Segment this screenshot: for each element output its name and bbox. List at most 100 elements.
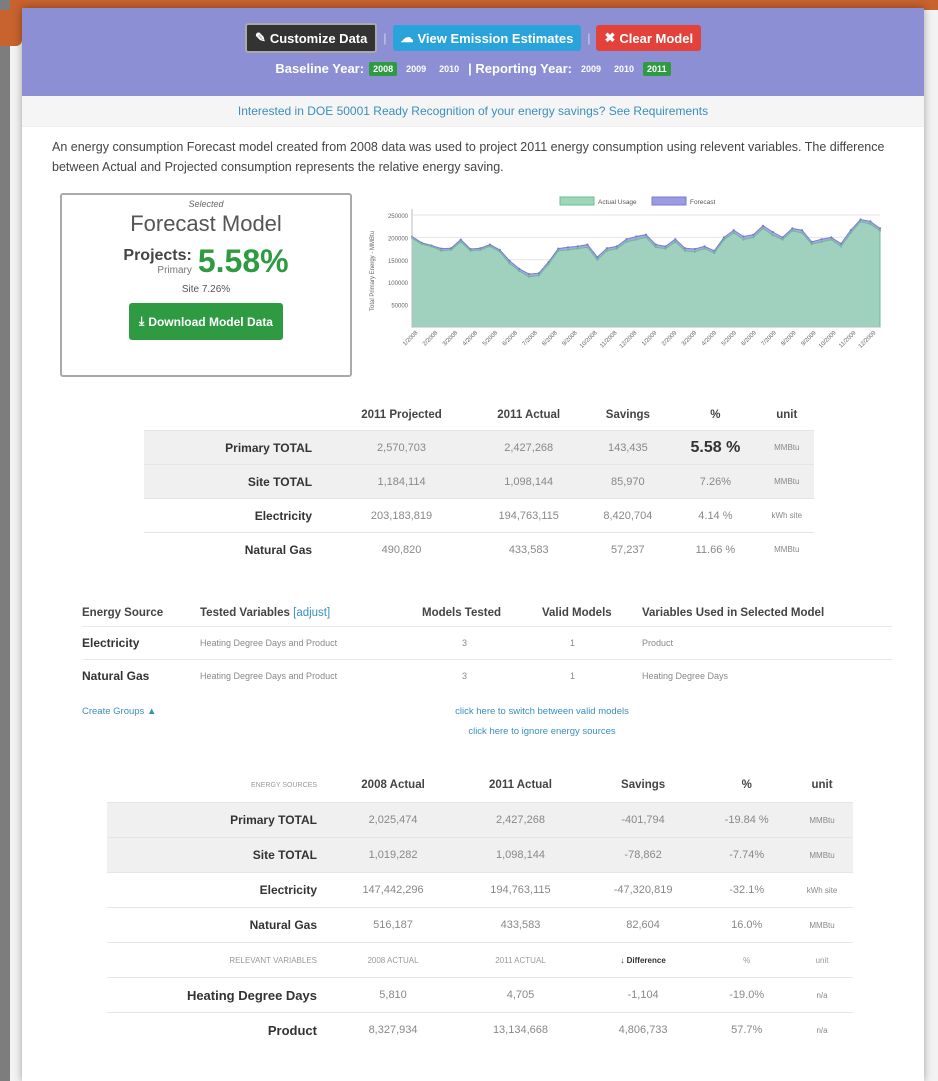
cell: Heating Degree Days	[642, 659, 892, 692]
row-label: Natural Gas	[144, 532, 331, 566]
data-point	[557, 249, 560, 252]
data-point	[430, 245, 433, 248]
data-point	[742, 235, 745, 238]
data-point	[703, 245, 706, 248]
data-point	[449, 248, 453, 251]
data-point	[420, 243, 423, 246]
cell: 13,134,668	[457, 1012, 584, 1047]
data-point	[440, 247, 443, 250]
y-tick-label: 250000	[388, 214, 409, 220]
create-groups-link[interactable]: Create Groups ▲	[82, 706, 156, 717]
data-point	[664, 247, 667, 250]
legend-label-forecast: Forecast	[690, 199, 715, 206]
row-label: Product	[107, 1012, 329, 1047]
cell: -1,104	[583, 977, 703, 1013]
reporting-year-2011[interactable]: 2011	[643, 61, 671, 76]
table-row: Natural Gas Heating Degree Days and Prod…	[82, 659, 892, 692]
data-point	[859, 220, 862, 223]
column-header: 2008 ACTUAL	[329, 942, 458, 978]
cell: -19.84 %	[702, 802, 792, 838]
energy-usage-chart: 250000 200000 150000 100000 50000 Total Prima…	[370, 196, 882, 350]
legend-swatch-forecast	[651, 196, 687, 206]
cell: -7.74%	[702, 837, 792, 873]
x-tick-label: 8/2008	[542, 330, 560, 348]
x-tick-label: 11/2008	[599, 330, 619, 350]
cell: Product	[642, 626, 892, 660]
legend-label-actual: Actual Usage	[598, 199, 637, 206]
download-model-data-button[interactable]: ⤓ Download Model Data	[129, 303, 283, 340]
data-point	[693, 250, 696, 253]
row-label: Electricity	[107, 872, 329, 908]
energy-source: Natural Gas	[82, 659, 200, 692]
cell: 57,237	[584, 532, 672, 566]
table-row: Natural Gas 490,820 433,583 57,237 11.66…	[144, 532, 814, 566]
ignore-sources-link[interactable]: click here to ignore energy sources	[392, 726, 692, 737]
baseline-year-2009[interactable]: 2009	[402, 61, 431, 76]
data-point	[878, 229, 882, 232]
data-point	[781, 238, 784, 241]
column-header: Valid Models	[542, 607, 612, 619]
x-tick-label: 6/2008	[502, 330, 520, 348]
table-row: Electricity Heating Degree Days and Prod…	[82, 626, 892, 660]
row-label: Natural Gas	[107, 907, 329, 943]
cell: 1	[542, 659, 642, 692]
cell: 8,327,934	[329, 1012, 458, 1047]
x-tick-label: 4/2009	[701, 330, 719, 348]
switch-models-link[interactable]: click here to switch between valid model…	[392, 706, 692, 717]
cell: 16.0%	[702, 907, 792, 943]
data-point	[732, 229, 735, 232]
cell: 8,420,704	[584, 498, 672, 533]
customize-data-button[interactable]: ✎ Customize Data	[244, 23, 378, 53]
cell: 5,810	[329, 977, 458, 1013]
data-point	[576, 245, 579, 248]
adjust-link[interactable]: [adjust]	[293, 607, 330, 619]
y-tick-label: 50000	[391, 304, 408, 310]
column-header: Variables Used in Selected Model	[642, 607, 825, 619]
recognition-link[interactable]: Interested in DOE 50001 Ready Recognitio…	[22, 96, 924, 127]
projects-block: Projects: Primary 5.58%	[62, 243, 350, 280]
cell: n/a	[791, 977, 853, 1013]
view-emission-button[interactable]: ☁ View Emission Estimates	[392, 25, 582, 51]
selected-label: Selected	[188, 199, 224, 209]
data-point	[839, 242, 843, 245]
row-label: Heating Degree Days	[107, 977, 329, 1013]
baseline-vs-actual-table: ENERGY SOURCES 2008 Actual 2011 Actual S…	[107, 768, 853, 1047]
data-point	[752, 236, 755, 239]
row-label: Primary TOTAL	[107, 802, 329, 838]
report-panel: ✎ Customize Data | ☁ View Emission Estim…	[22, 8, 924, 1081]
x-tick-label: 5/2009	[721, 330, 739, 348]
cloud-icon: ☁	[400, 30, 414, 45]
x-tick-label: 1/2008	[402, 330, 420, 348]
data-point	[635, 238, 638, 241]
download-icon: ⤓	[139, 314, 145, 328]
cell: 57.7%	[702, 1012, 792, 1047]
column-header: unit	[791, 942, 853, 978]
difference-header: Difference	[626, 955, 666, 965]
clear-model-button[interactable]: ✖ Clear Model	[596, 25, 702, 51]
reporting-year-2010[interactable]: 2010	[610, 61, 639, 76]
data-point	[440, 249, 443, 252]
x-tick-label: 8/2009	[780, 330, 798, 348]
data-point	[654, 246, 657, 249]
data-point	[527, 273, 531, 276]
baseline-year-2008[interactable]: 2008	[369, 61, 398, 76]
column-header: Energy Source	[82, 607, 164, 619]
data-point	[800, 231, 804, 234]
data-point	[713, 252, 716, 255]
data-point	[820, 240, 823, 243]
data-point	[878, 227, 882, 230]
cell: -32.1%	[702, 872, 792, 908]
row-label: Site TOTAL	[107, 837, 329, 873]
data-point	[781, 236, 784, 239]
y-tick-label: 100000	[388, 281, 409, 287]
baseline-year-2010[interactable]: 2010	[435, 61, 464, 76]
left-border	[0, 0, 10, 1081]
cell: 1,184,114	[330, 464, 473, 499]
data-point	[849, 229, 852, 232]
table-row: Product 8,327,934 13,134,668 4,806,733 5…	[107, 1012, 853, 1047]
reporting-year-2009[interactable]: 2009	[576, 61, 606, 76]
data-point	[518, 269, 521, 273]
cell: 4.14 %	[671, 498, 760, 533]
cell: 433,583	[472, 532, 585, 566]
data-point	[518, 267, 521, 270]
